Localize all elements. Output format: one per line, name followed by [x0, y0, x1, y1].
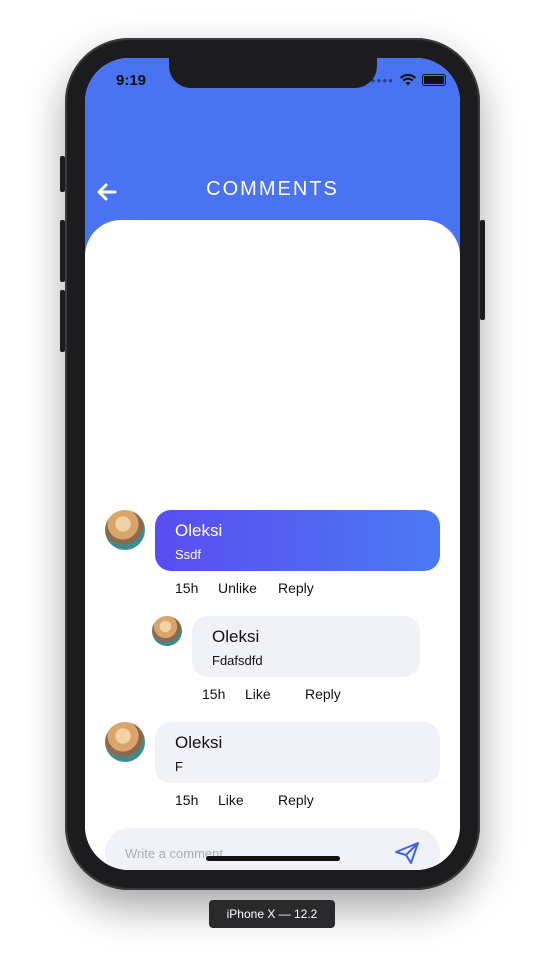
comment-composer [105, 828, 440, 870]
comment-time: 15h [202, 686, 226, 702]
comment-time: 15h [175, 792, 199, 808]
volume-down-button [60, 290, 65, 352]
screen: 9:19 ●●●● COMMENTS Oleksi Ssdf 15h Unlik [85, 58, 460, 870]
unlike-button[interactable]: Unlike [218, 580, 257, 596]
home-indicator[interactable] [206, 856, 340, 861]
wifi-icon [400, 74, 416, 86]
avatar[interactable] [105, 510, 145, 550]
device-frame: 9:19 ●●●● COMMENTS Oleksi Ssdf 15h Unlik [60, 38, 485, 890]
comment-author: Oleksi [175, 733, 223, 752]
comment-author: Oleksi [212, 627, 260, 646]
mute-switch [60, 156, 65, 192]
comment-bubble: Oleksi Fdafsdfd [192, 616, 420, 677]
comment-text: Fdafsdfd [212, 653, 263, 668]
reply-button[interactable]: Reply [305, 686, 341, 702]
battery-icon [422, 74, 446, 86]
notch [169, 58, 377, 88]
comment-bubble: Oleksi Ssdf [155, 510, 440, 571]
status-time: 9:19 [116, 72, 147, 89]
power-button [480, 220, 485, 320]
comment-bubble: Oleksi F [155, 722, 440, 783]
send-icon[interactable] [394, 840, 420, 866]
comment-text: F [175, 759, 183, 774]
comment-time: 15h [175, 580, 199, 596]
reply-button[interactable]: Reply [278, 580, 314, 596]
volume-up-button [60, 220, 65, 282]
signal-dots-icon: ●●●● [370, 75, 394, 85]
like-button[interactable]: Like [218, 792, 244, 808]
status-icons: ●●●● [371, 74, 446, 86]
avatar[interactable] [105, 722, 145, 762]
page-title: COMMENTS [206, 178, 339, 200]
avatar[interactable] [152, 616, 182, 646]
reply-button[interactable]: Reply [278, 792, 314, 808]
like-button[interactable]: Like [245, 686, 271, 702]
comment-author: Oleksi [175, 521, 223, 540]
comments-panel: Oleksi Ssdf 15h Unlike Reply Oleksi Fdaf… [85, 220, 460, 870]
device-label: iPhone X — 12.2 [209, 900, 335, 928]
comment-text: Ssdf [175, 547, 202, 562]
